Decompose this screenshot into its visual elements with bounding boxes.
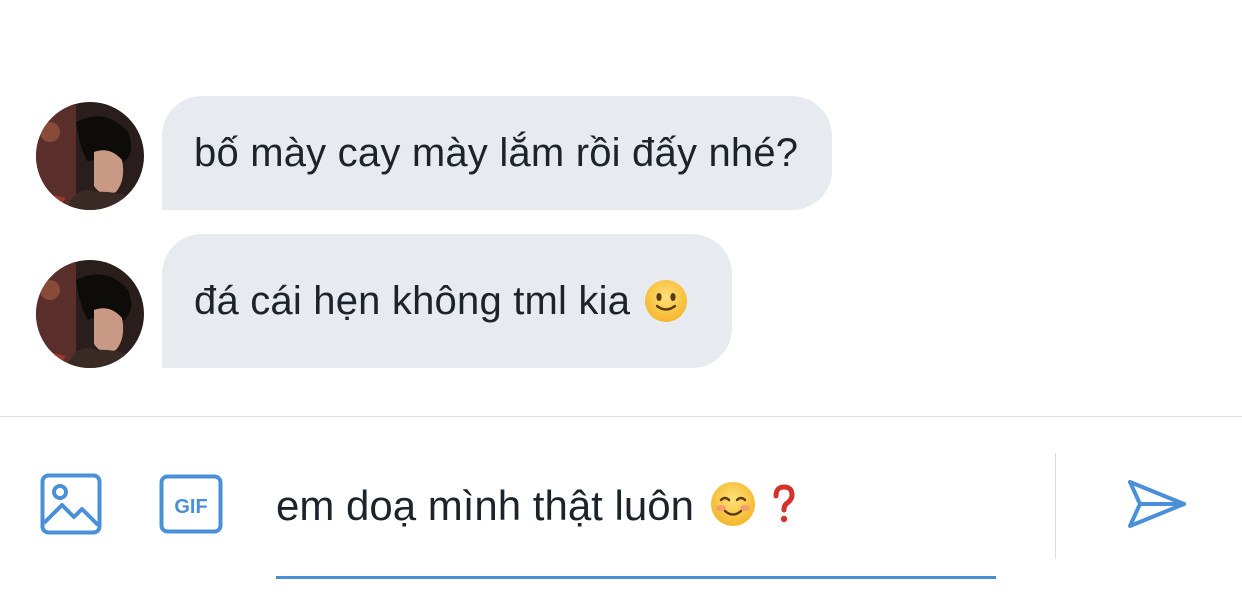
- smiling-face-icon: [710, 481, 756, 537]
- message-bubble[interactable]: bố mày cay mày lắm rồi đấy nhé?: [162, 96, 833, 210]
- avatar[interactable]: [36, 102, 144, 210]
- message-bubble[interactable]: đá cái hẹn không tml kia: [162, 234, 733, 368]
- message-input-value: em doạ mình thật luôn: [276, 482, 694, 530]
- message-text: đá cái hẹn không tml kia: [194, 278, 631, 323]
- message-thread: bố mày cay mày lắm rồi đấy nhé? đá cái h…: [0, 0, 1242, 416]
- send-button[interactable]: [1124, 471, 1190, 537]
- red-question-mark-icon: [772, 484, 796, 534]
- message-row: đá cái hẹn không tml kia: [36, 234, 733, 368]
- vertical-divider: [1055, 453, 1056, 559]
- image-icon: [40, 473, 102, 535]
- input-underline: [276, 576, 996, 579]
- message-row: bố mày cay mày lắm rồi đấy nhé?: [36, 96, 833, 210]
- message-composer: GIF em doạ mình thật luôn: [0, 417, 1242, 593]
- avatar[interactable]: [36, 260, 144, 368]
- slightly-smiling-face-icon: [644, 279, 688, 323]
- gif-icon: GIF: [159, 474, 223, 534]
- gif-label: GIF: [174, 496, 207, 518]
- message-text: bố mày cay mày lắm rồi đấy nhé?: [194, 130, 799, 175]
- add-image-button[interactable]: [38, 471, 104, 537]
- send-icon: [1128, 480, 1186, 528]
- message-input[interactable]: em doạ mình thật luôn: [276, 467, 996, 579]
- add-gif-button[interactable]: GIF: [158, 471, 224, 537]
